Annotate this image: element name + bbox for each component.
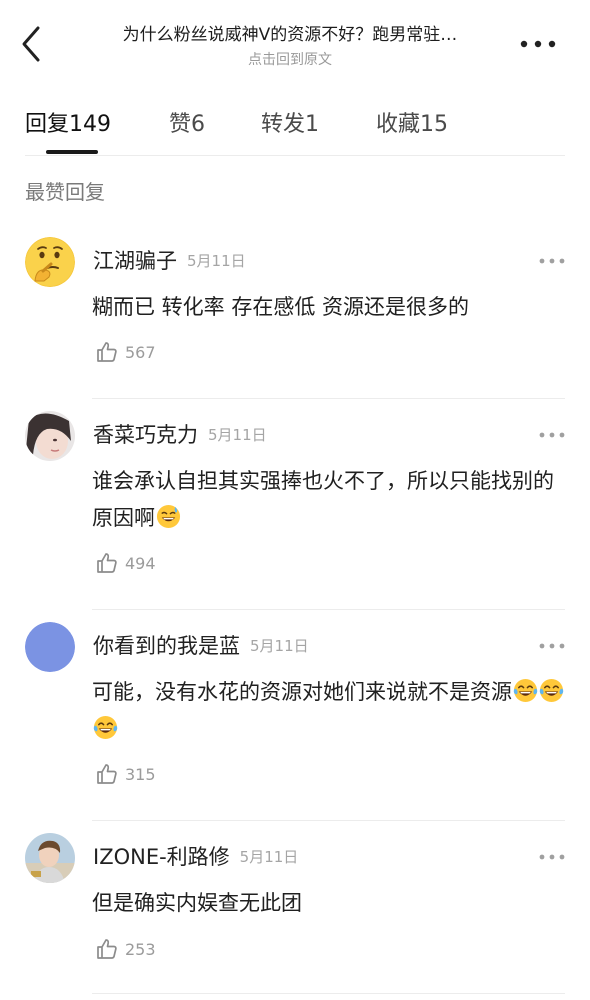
- more-dots-icon: [539, 854, 565, 860]
- chevron-left-icon: [22, 26, 40, 62]
- comment-text-content: 糊而已 转化率 存在感低 资源还是很多的: [92, 295, 470, 319]
- thumbs-up-icon: [97, 342, 117, 362]
- thumbs-up-icon: [97, 764, 117, 784]
- avatar[interactable]: [25, 622, 75, 672]
- like-button[interactable]: 253: [95, 937, 156, 963]
- thumbs-up-icon: [97, 553, 117, 573]
- like-count: 315: [125, 764, 156, 784]
- comment-author[interactable]: IZONE-利路修 5月11日: [93, 841, 298, 871]
- avatar[interactable]: [25, 237, 75, 287]
- tab-favorites[interactable]: 收藏15: [376, 106, 448, 138]
- thinking-emoji-avatar-icon: [25, 237, 75, 287]
- divider: [92, 609, 565, 610]
- like-count: 494: [125, 553, 156, 573]
- tab-count: 15: [420, 112, 449, 137]
- comment-author[interactable]: 香菜巧克力 5月11日: [93, 419, 267, 449]
- comment-text-content: 但是确实内娱查无此团: [92, 891, 302, 915]
- comment-more-button[interactable]: [538, 847, 566, 860]
- more-dots-icon: [539, 643, 565, 649]
- tab-bar: 回复149 赞6 转发1 收藏15: [0, 92, 590, 156]
- comment-text: 可能，没有水花的资源对她们来说就不是资源: [92, 674, 567, 748]
- divider: [92, 993, 565, 994]
- comment-more-button[interactable]: [538, 636, 566, 649]
- thumbs-up-icon: [97, 939, 117, 959]
- more-dots-icon: [539, 258, 565, 264]
- comment-more-button[interactable]: [538, 425, 566, 438]
- comment-text-content: 可能，没有水花的资源对她们来说就不是资源: [92, 680, 512, 704]
- comment-text: 谁会承认自担其实强捧也火不了，所以只能找别的原因啊: [92, 463, 567, 537]
- more-options-button[interactable]: [516, 32, 560, 56]
- sweat-smile-emoji-icon: [156, 504, 181, 529]
- username: IZONE-利路修: [93, 845, 230, 869]
- like-button[interactable]: 567: [95, 340, 156, 366]
- username: 你看到的我是蓝: [93, 634, 240, 658]
- comment-text: 但是确实内娱查无此团: [92, 885, 567, 922]
- tab-likes[interactable]: 赞6: [169, 106, 205, 138]
- back-button[interactable]: [14, 22, 50, 66]
- crying-laughing-emoji-icon: [93, 715, 118, 740]
- photo-avatar-icon: [25, 411, 75, 461]
- divider: [25, 155, 565, 156]
- photo-avatar-icon: [25, 833, 75, 883]
- top-bar: 为什么粉丝说威神V的资源不好？跑男常驻… 点击回到原文: [0, 0, 590, 86]
- post-title: 为什么粉丝说威神V的资源不好？跑男常驻…: [122, 25, 458, 45]
- section-title: 最赞回复: [25, 180, 105, 204]
- username: 香菜巧克力: [93, 423, 198, 447]
- comment-date: 5月11日: [239, 848, 299, 866]
- tab-count: 6: [191, 112, 206, 137]
- crying-laughing-emoji-icon: [513, 678, 538, 703]
- back-to-original-link[interactable]: 点击回到原文: [70, 49, 510, 69]
- username: 江湖骗子: [93, 249, 177, 273]
- tab-count: 149: [69, 112, 112, 137]
- tab-label: 回复: [25, 112, 70, 137]
- tab-label: 转发: [261, 112, 306, 137]
- avatar[interactable]: [25, 411, 75, 461]
- tab-replies[interactable]: 回复149: [25, 106, 111, 138]
- tab-reposts[interactable]: 转发1: [261, 106, 319, 138]
- comment-date: 5月11日: [250, 637, 309, 655]
- comment-date: 5月11日: [187, 252, 246, 270]
- tab-count: 1: [305, 112, 320, 137]
- comment-author[interactable]: 你看到的我是蓝 5月11日: [93, 630, 309, 660]
- like-button[interactable]: 315: [95, 762, 156, 788]
- crying-laughing-emoji-icon: [539, 678, 564, 703]
- like-count: 567: [125, 342, 156, 362]
- blue-circle-avatar-icon: [25, 622, 75, 672]
- divider: [92, 398, 565, 399]
- comment-text: 糊而已 转化率 存在感低 资源还是很多的: [92, 289, 567, 326]
- more-dots-icon: [539, 432, 565, 438]
- tab-label: 赞: [169, 112, 192, 137]
- divider: [92, 820, 565, 821]
- active-tab-indicator: [46, 150, 98, 154]
- comment-more-button[interactable]: [538, 251, 566, 264]
- more-dots-icon: [520, 40, 556, 48]
- avatar[interactable]: [25, 833, 75, 883]
- comment-date: 5月11日: [208, 426, 267, 444]
- like-count: 253: [125, 939, 156, 959]
- tab-label: 收藏: [376, 112, 421, 137]
- like-button[interactable]: 494: [95, 551, 156, 577]
- comment-author[interactable]: 江湖骗子 5月11日: [93, 245, 246, 275]
